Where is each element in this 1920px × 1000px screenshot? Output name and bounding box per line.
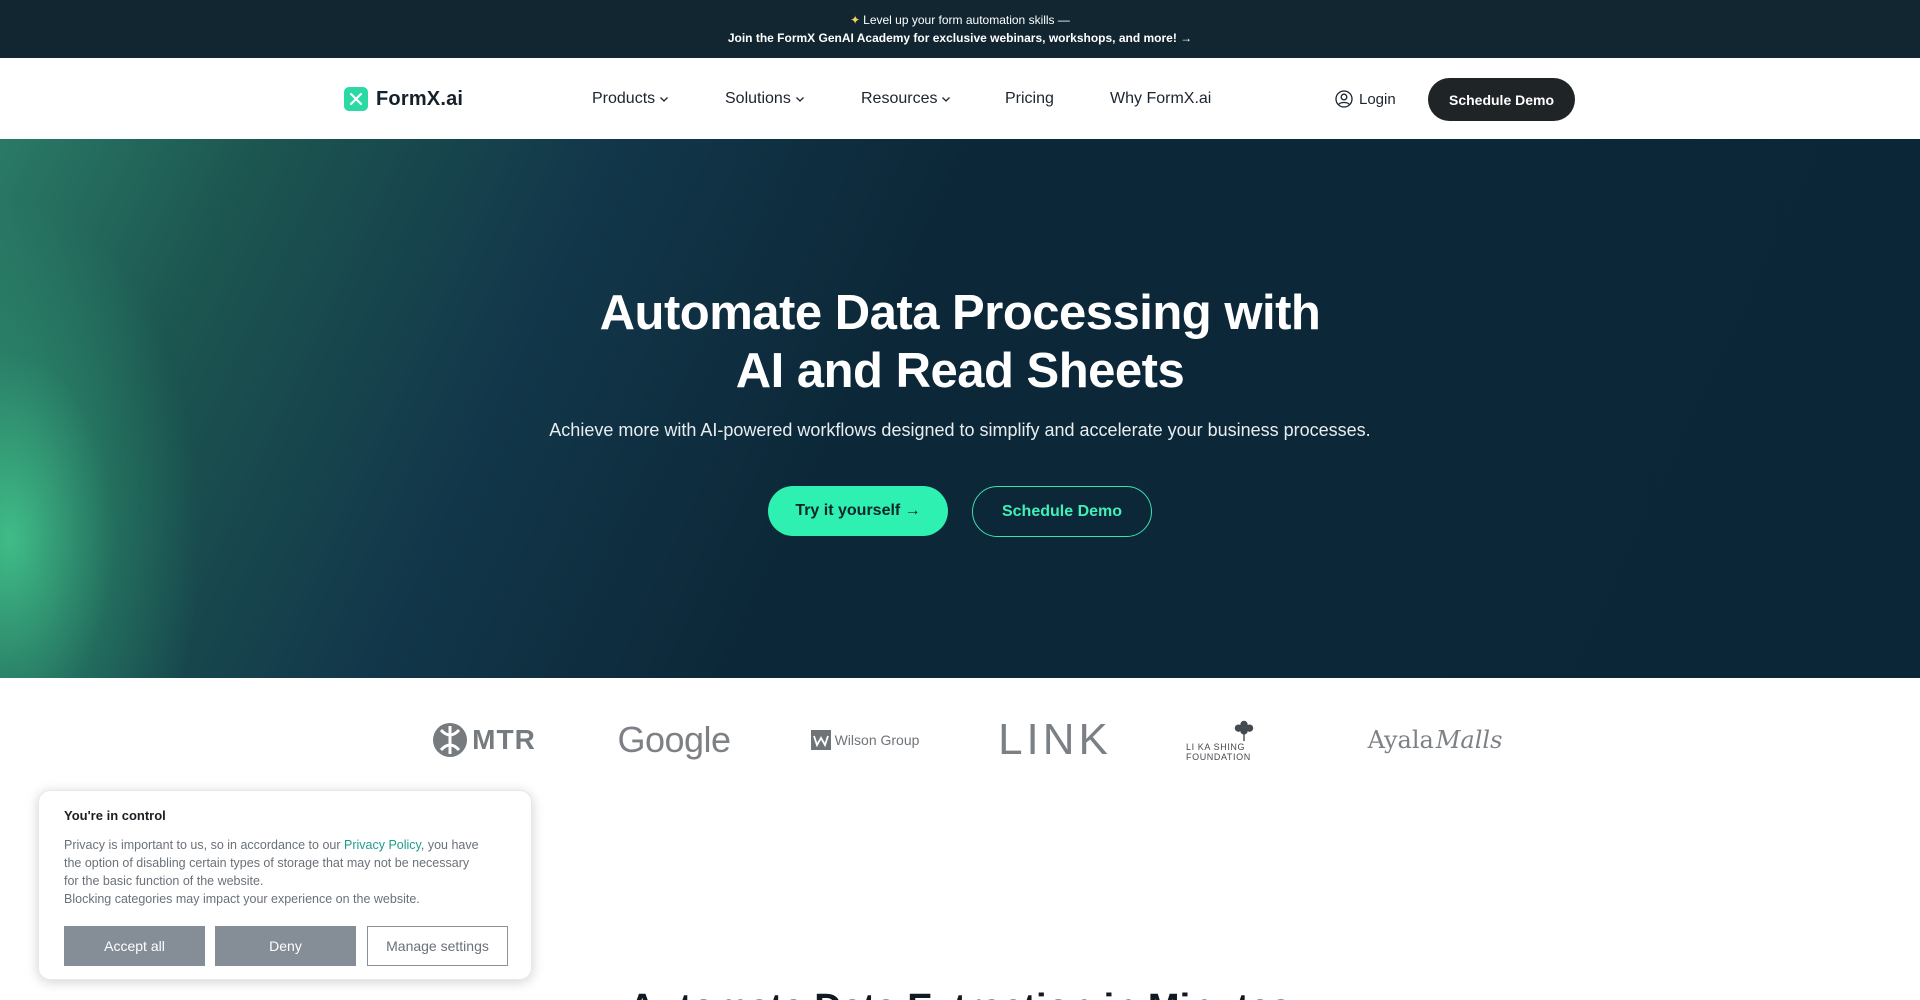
cookie-consent-panel: You're in control Privacy is important t…	[38, 790, 532, 980]
nav-item-resources[interactable]: Resources	[861, 88, 951, 110]
hero-schedule-demo-button[interactable]: Schedule Demo	[972, 486, 1152, 537]
nav-item-solutions[interactable]: Solutions	[725, 88, 805, 110]
hero-title-line1: Automate Data Processing with	[599, 286, 1321, 340]
ayala-malls-logo: Ayala Malls	[1368, 718, 1503, 762]
try-it-yourself-button[interactable]: Try it yourself →	[768, 486, 948, 536]
wilson-group-logo: Wilson Group	[808, 718, 922, 762]
nav-item-products[interactable]: Products	[592, 88, 669, 110]
main-navbar: FormX.ai Products Solutions Resources Pr…	[0, 58, 1920, 139]
wilson-logo-text: Wilson Group	[834, 732, 920, 748]
login-label: Login	[1359, 90, 1396, 108]
cookie-text-part1: Privacy is important to us, so in accord…	[64, 838, 344, 852]
mtr-logo-text: MTR	[472, 724, 536, 755]
announcement-bar: ✦ Level up your form automation skills — …	[0, 0, 1920, 58]
schedule-demo-button[interactable]: Schedule Demo	[1428, 78, 1575, 121]
nav-item-pricing[interactable]: Pricing	[1005, 88, 1054, 110]
login-link[interactable]: Login	[1335, 87, 1396, 111]
announcement-text: Level up your form automation skills —	[863, 13, 1070, 27]
announcement-link[interactable]: Join the FormX GenAI Academy for exclusi…	[0, 31, 1920, 45]
announcement-line1: ✦ Level up your form automation skills —	[0, 13, 1920, 27]
chevron-down-icon	[660, 97, 669, 102]
ayala-logo-text: Ayala	[1367, 726, 1434, 754]
nav-item-label: Why FormX.ai	[1110, 90, 1212, 107]
hero-subtitle: Achieve more with AI-powered workflows d…	[549, 420, 1371, 440]
formx-logo-icon	[344, 87, 368, 111]
manage-settings-button[interactable]: Manage settings	[367, 926, 508, 966]
nav-item-label: Resources	[861, 90, 938, 107]
user-circle-icon	[1335, 90, 1353, 108]
formx-logo[interactable]: FormX.ai	[344, 87, 463, 111]
wilson-mark-icon	[810, 730, 831, 750]
cookie-text: Privacy is important to us, so in accord…	[64, 836, 484, 908]
sparkle-icon: ✦	[850, 13, 861, 27]
chevron-down-icon	[942, 97, 951, 102]
logo-text: FormX.ai	[376, 87, 464, 110]
customer-logos: MTR Google Wilson Group LINK LI KA SHING…	[0, 678, 1920, 798]
nav-item-label: Pricing	[1005, 90, 1054, 107]
nav-item-label: Products	[592, 90, 656, 107]
privacy-policy-link[interactable]: Privacy Policy	[344, 838, 421, 852]
malls-logo-text: Malls	[1435, 726, 1503, 754]
cookie-text-line2: Blocking categories may impact your expe…	[64, 892, 420, 906]
nav-item-why-formx[interactable]: Why FormX.ai	[1110, 88, 1211, 110]
hero-section: Automate Data Processing with AI and Rea…	[0, 139, 1920, 678]
deny-button[interactable]: Deny	[215, 926, 356, 966]
mtr-emblem-icon	[433, 723, 468, 757]
mtr-logo: MTR	[428, 718, 540, 762]
google-logo: Google	[617, 719, 731, 760]
flower-emblem-icon	[1234, 720, 1254, 742]
section-heading: Automate Data Extraction in Minutes	[0, 985, 1920, 1000]
li-ka-shing-foundation-logo: LI KA SHING FOUNDATION	[1186, 718, 1302, 762]
link-logo: LINK	[998, 715, 1112, 764]
lks-logo-text: LI KA SHING FOUNDATION	[1186, 742, 1251, 762]
cookie-title: You're in control	[64, 808, 166, 823]
hero-title: Automate Data Processing with AI and Rea…	[0, 284, 1920, 400]
hero-title-line2: AI and Read Sheets	[735, 344, 1185, 398]
chevron-down-icon	[795, 97, 804, 102]
nav-item-label: Solutions	[725, 90, 791, 107]
accept-all-button[interactable]: Accept all	[64, 926, 205, 966]
